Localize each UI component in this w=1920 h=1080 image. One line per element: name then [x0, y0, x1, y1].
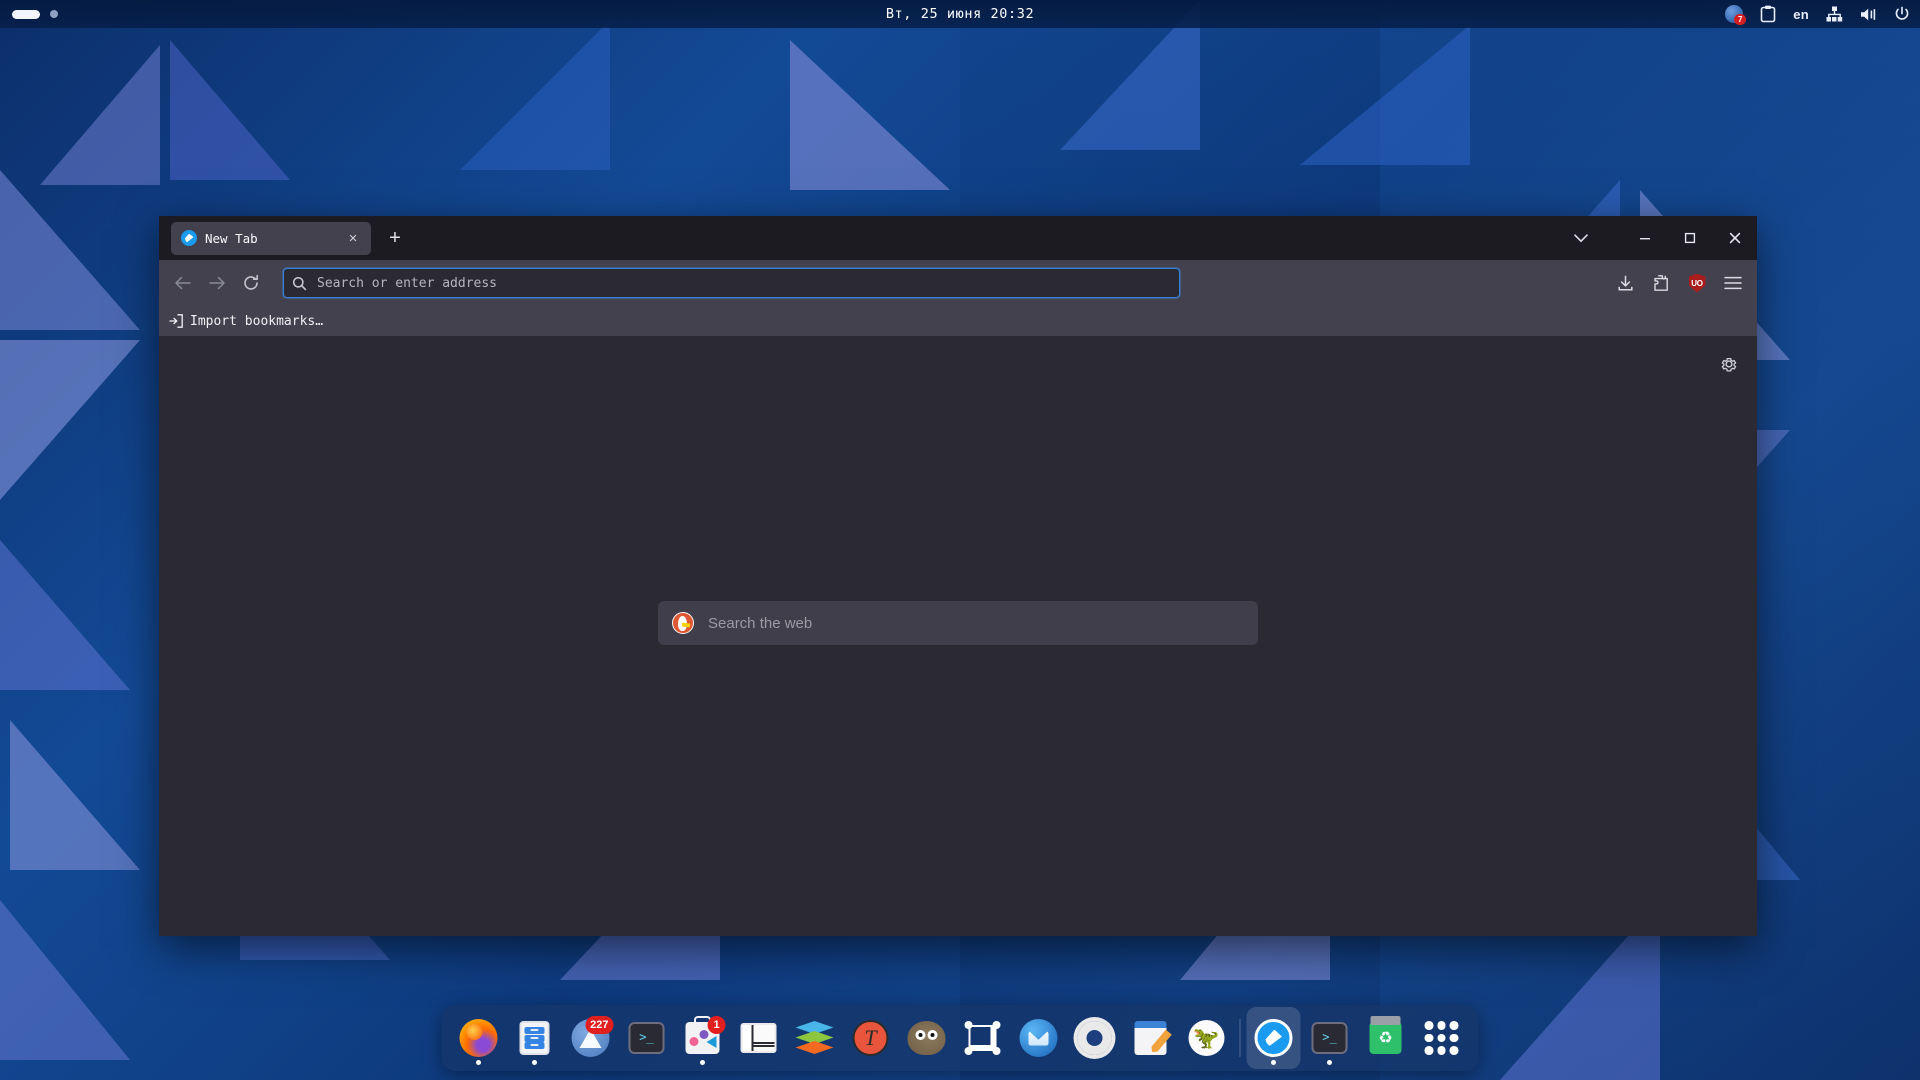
badge-count: 1 [707, 1016, 726, 1034]
dock-item-virtualbox[interactable] [956, 1007, 1010, 1069]
wallpaper-triangle [10, 720, 140, 870]
new-tab-search-placeholder: Search the web [708, 614, 813, 632]
running-indicator [476, 1060, 481, 1065]
clipboard-icon[interactable] [1760, 5, 1776, 23]
thunderbird-icon [1018, 1017, 1060, 1059]
compass-browser-icon [181, 230, 197, 246]
dock-item-settings[interactable] [1068, 1007, 1122, 1069]
running-indicator [532, 1060, 537, 1065]
ublock-origin-icon[interactable]: UO [1681, 267, 1713, 299]
import-bookmarks-button[interactable]: Import bookmarks… [190, 314, 323, 329]
wallpaper-triangle [790, 40, 950, 190]
dock-separator [1239, 1019, 1241, 1057]
chevron-down-icon[interactable] [1560, 216, 1602, 260]
wallpaper-triangle [0, 540, 130, 690]
dock-item-gimp[interactable] [900, 1007, 954, 1069]
layers-icon [794, 1017, 836, 1059]
wallpaper-triangle [40, 45, 160, 185]
grid-icon [1421, 1017, 1463, 1059]
hamburger-menu-icon[interactable] [1717, 267, 1749, 299]
file-manager-icon [514, 1017, 556, 1059]
duckduckgo-icon [672, 612, 694, 634]
dock-item-coral-app[interactable]: 🦖 [1180, 1007, 1234, 1069]
dock-item-trash[interactable]: ♻ [1359, 1007, 1413, 1069]
badge-count: 227 [585, 1016, 614, 1034]
dock-item-thunderbird[interactable] [1012, 1007, 1066, 1069]
volume-icon[interactable] [1860, 7, 1877, 22]
notes-icon [1130, 1017, 1172, 1059]
power-icon[interactable] [1894, 6, 1910, 22]
compass-browser-icon [1253, 1017, 1295, 1059]
coral-icon: 🦖 [1186, 1017, 1228, 1059]
notification-badge: 7 [1734, 14, 1747, 25]
tab-strip: New Tab × + [159, 216, 1757, 260]
import-bookmarks-icon [169, 314, 183, 328]
dock-item-app-grid[interactable] [1415, 1007, 1469, 1069]
reload-button[interactable] [235, 267, 267, 299]
address-bar[interactable]: Search or enter address [283, 268, 1180, 298]
new-tab-button[interactable]: + [385, 228, 405, 248]
dock-item-terminal-1[interactable]: >_ [620, 1007, 674, 1069]
notification-app-icon[interactable]: 7 [1725, 5, 1747, 25]
wallpaper-triangle [0, 900, 130, 1060]
system-tray: 7 en [1725, 5, 1910, 25]
window-controls [1560, 216, 1757, 260]
dock-item-t-app[interactable]: T [844, 1007, 898, 1069]
gear-icon [1074, 1017, 1116, 1059]
wallpaper-triangle [0, 170, 140, 330]
software-store-icon: 1 [682, 1016, 726, 1059]
wallpaper-triangle [170, 40, 290, 180]
back-button[interactable] [167, 267, 199, 299]
wireframe-box-icon [962, 1017, 1004, 1059]
ublock-label: UO [1688, 273, 1706, 293]
dock-item-terminal-2[interactable]: >_ [1303, 1007, 1357, 1069]
dock-item-text-editor[interactable] [1124, 1007, 1178, 1069]
dock: 227 >_ 1 T 🦖 >_ ♻ [441, 1005, 1479, 1071]
forward-button[interactable] [201, 267, 233, 299]
running-indicator [1327, 1060, 1332, 1065]
minimize-button[interactable] [1622, 216, 1667, 260]
close-icon[interactable]: × [343, 228, 363, 248]
new-tab-search-box[interactable]: Search the web [658, 601, 1258, 645]
bookmarks-toolbar: Import bookmarks… [159, 306, 1757, 336]
tab-title: New Tab [205, 230, 258, 246]
tent-app-icon: 227 [570, 1016, 614, 1059]
extensions-icon[interactable] [1645, 267, 1677, 299]
telegram-red-icon: T [850, 1017, 892, 1059]
clock[interactable]: Вт, 25 июня 20:32 [0, 6, 1920, 22]
new-tab-page: Search the web [159, 336, 1757, 936]
dock-item-files[interactable] [508, 1007, 562, 1069]
trash-icon: ♻ [1365, 1017, 1407, 1059]
top-panel: Вт, 25 июня 20:32 7 en [0, 0, 1920, 28]
dock-item-messenger[interactable]: 227 [564, 1007, 618, 1069]
gear-icon[interactable] [1721, 356, 1737, 377]
search-icon [292, 276, 307, 291]
running-indicator [700, 1060, 705, 1065]
maximize-button[interactable] [1667, 216, 1712, 260]
wallpaper-triangle [0, 340, 140, 500]
close-button[interactable] [1712, 216, 1757, 260]
gimp-icon [906, 1017, 948, 1059]
keyboard-layout-indicator[interactable]: en [1793, 7, 1809, 22]
download-icon[interactable] [1609, 267, 1641, 299]
dock-item-layers-app[interactable] [788, 1007, 842, 1069]
dock-item-software-center[interactable]: 1 [676, 1007, 730, 1069]
toolbar-right-actions: UO [1609, 267, 1749, 299]
terminal-icon: >_ [626, 1017, 668, 1059]
browser-window: New Tab × + Search or enter address UO I… [159, 216, 1757, 936]
terminal-icon: >_ [1309, 1017, 1351, 1059]
address-bar-placeholder: Search or enter address [317, 275, 498, 291]
dock-item-firefox[interactable] [452, 1007, 506, 1069]
network-icon[interactable] [1826, 6, 1843, 22]
wallpaper-triangle [1300, 25, 1470, 165]
running-indicator [1271, 1060, 1276, 1065]
firefox-icon [458, 1017, 500, 1059]
dock-item-system-monitor[interactable] [732, 1007, 786, 1069]
dock-item-web-browser[interactable] [1246, 1007, 1301, 1069]
browser-tab[interactable]: New Tab × [171, 221, 371, 255]
wallpaper-triangle [460, 20, 610, 170]
navigation-toolbar: Search or enter address UO [159, 260, 1757, 306]
system-monitor-icon [738, 1017, 780, 1059]
